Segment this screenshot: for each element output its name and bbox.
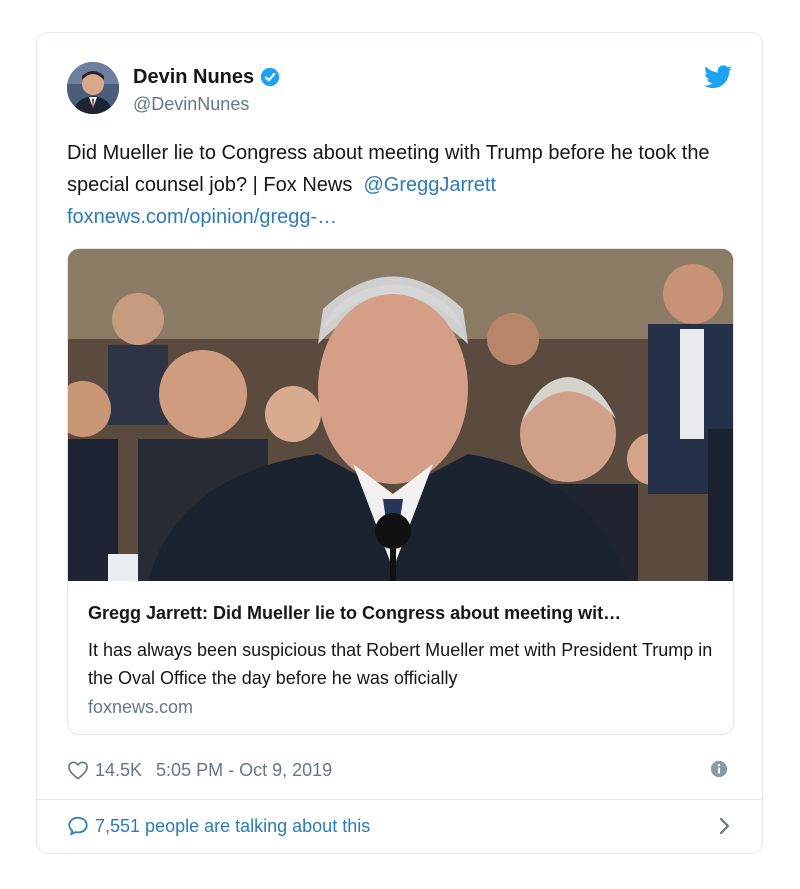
chevron-right-icon[interactable] bbox=[718, 815, 732, 837]
mention-link[interactable]: @GreggJarrett bbox=[363, 174, 496, 196]
article-photo bbox=[68, 249, 733, 581]
url-link[interactable]: foxnews.com/opinion/gregg-… bbox=[67, 206, 337, 228]
tweet-card: Devin Nunes @DevinNunes Did Mueller lie … bbox=[36, 32, 763, 854]
link-card-description: It has always been suspicious that Rober… bbox=[88, 640, 713, 688]
timestamp[interactable]: 5:05 PM - Oct 9, 2019 bbox=[156, 760, 332, 781]
link-card-domain: foxnews.com bbox=[88, 697, 194, 717]
talking-count: 7,551 people are talking about this bbox=[95, 816, 371, 836]
link-card-title: Gregg Jarrett: Did Mueller lie to Congre… bbox=[88, 603, 622, 623]
author-handle[interactable]: @DevinNunes bbox=[133, 93, 249, 115]
verified-badge-icon bbox=[260, 67, 280, 87]
speech-bubble-icon bbox=[68, 816, 88, 836]
like-count[interactable]: 14.5K bbox=[95, 760, 142, 781]
info-icon[interactable] bbox=[710, 760, 728, 778]
heart-icon[interactable] bbox=[67, 760, 89, 780]
divider bbox=[37, 799, 762, 800]
avatar[interactable] bbox=[67, 62, 119, 114]
twitter-bird-icon[interactable] bbox=[704, 65, 732, 89]
author-name-row: Devin Nunes bbox=[133, 65, 280, 89]
conversation-link[interactable]: 7,551 people are talking about this bbox=[67, 813, 370, 839]
tweet-text: Did Mueller lie to Congress about meetin… bbox=[67, 137, 747, 233]
author-name[interactable]: Devin Nunes bbox=[133, 65, 254, 89]
tweet-meta: 14.5K 5:05 PM - Oct 9, 2019 bbox=[67, 757, 332, 783]
link-preview-card[interactable]: Gregg Jarrett: Did Mueller lie to Congre… bbox=[67, 248, 734, 735]
